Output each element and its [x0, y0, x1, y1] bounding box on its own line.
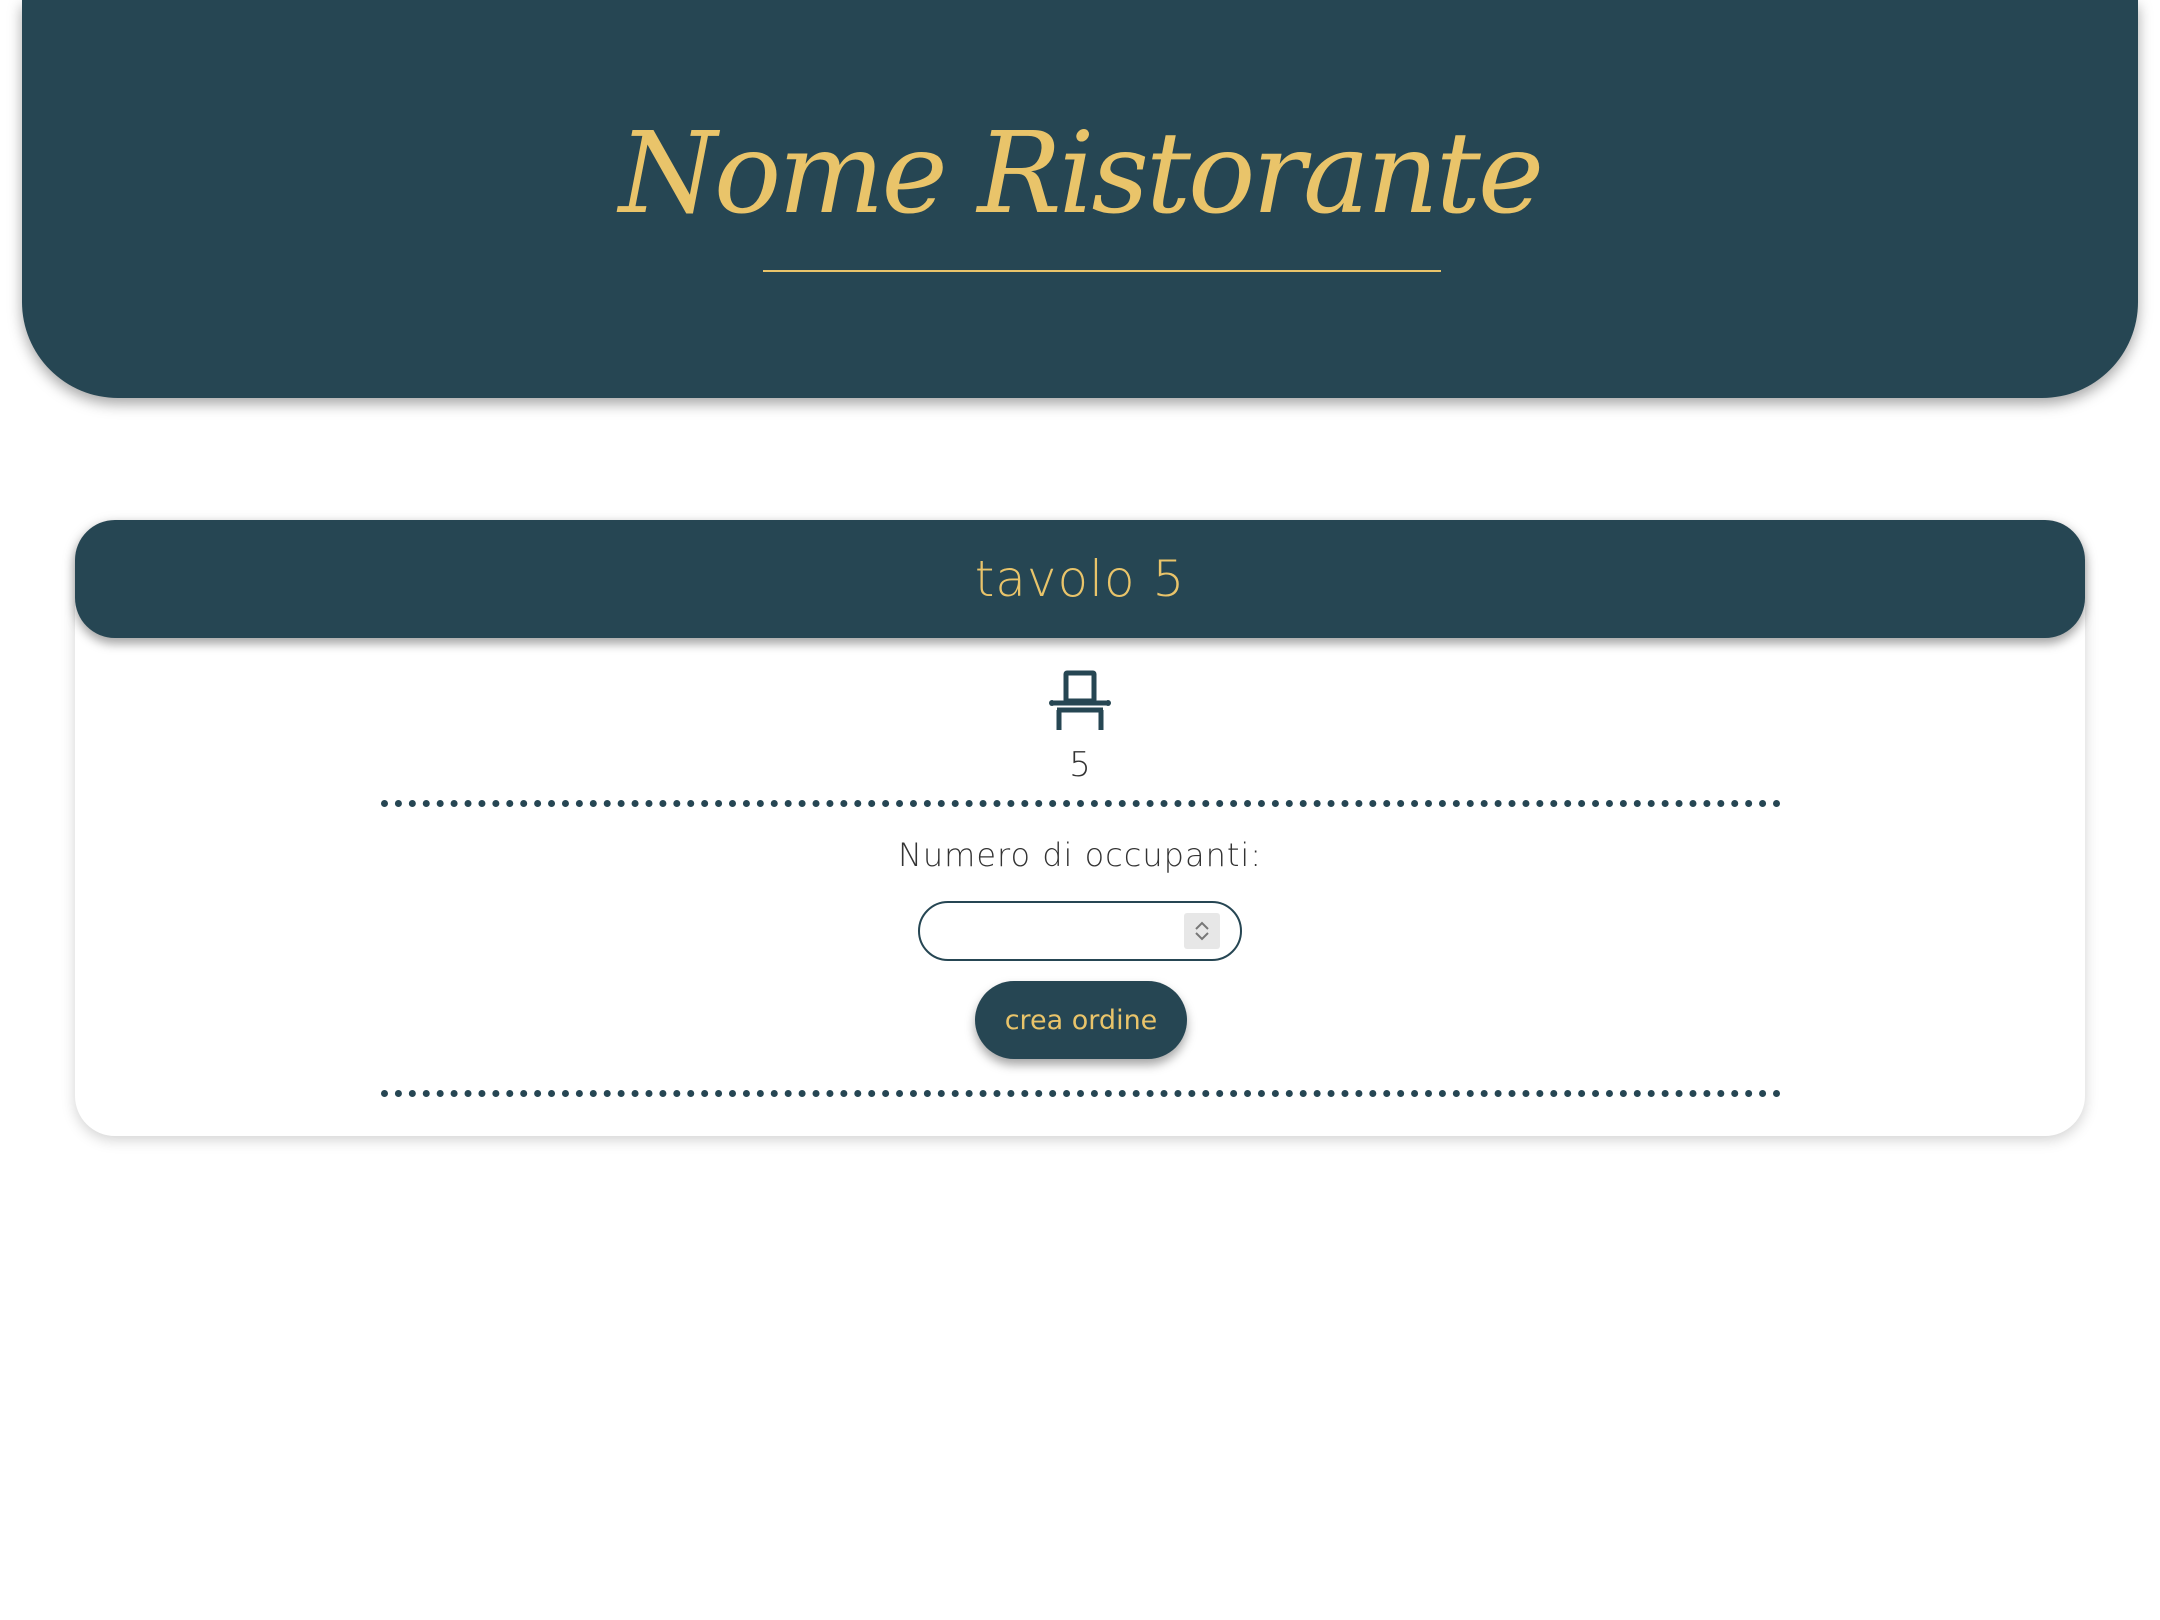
table-title: tavolo 5 [974, 550, 1186, 608]
occupants-label: Numero di occupanti: [897, 836, 1263, 874]
create-order-button[interactable]: crea ordine [975, 981, 1187, 1059]
divider-top [381, 800, 1781, 807]
table-card-header: tavolo 5 [75, 520, 2085, 638]
chevron-up-icon[interactable] [1193, 920, 1211, 931]
chair-icon-wrapper [75, 670, 2085, 732]
number-spinner[interactable] [1184, 913, 1220, 949]
occupants-input[interactable] [918, 901, 1242, 961]
restaurant-name-underline [763, 270, 1441, 272]
seats-count: 5 [1069, 745, 1091, 785]
chevron-down-icon[interactable] [1193, 931, 1211, 942]
table-card: tavolo 5 5 Numero di occupanti: crea ord… [75, 520, 2085, 1136]
restaurant-name: Nome Ristorante [618, 109, 1544, 239]
divider-bottom [381, 1090, 1781, 1097]
chair-icon [1049, 670, 1111, 730]
page-header: Nome Ristorante [22, 0, 2138, 398]
